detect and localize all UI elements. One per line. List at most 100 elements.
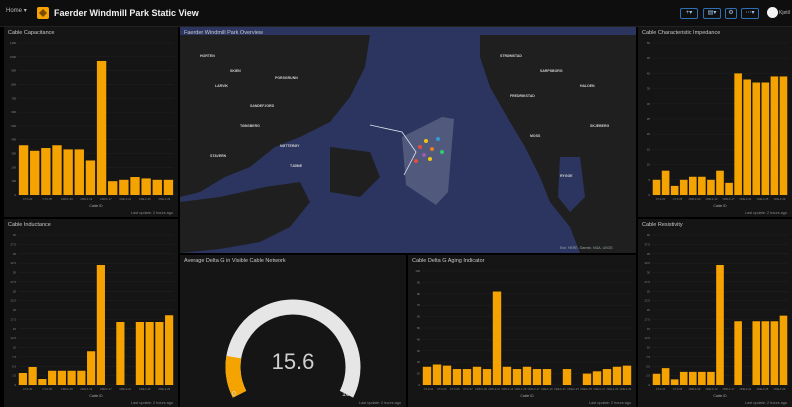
bar[interactable]	[679, 179, 688, 195]
bar[interactable]	[661, 368, 670, 385]
bar[interactable]	[141, 178, 151, 195]
bar[interactable]	[661, 170, 670, 195]
bar[interactable]	[532, 369, 542, 385]
bar[interactable]	[41, 148, 51, 195]
bar[interactable]	[85, 160, 96, 195]
bar[interactable]	[688, 371, 697, 385]
impedance-chart[interactable]: 0 5 10 15 20 25 30 35 40 45 50 CT-F-01 CT-F-05 CDD-F-…	[638, 27, 792, 217]
bar[interactable]	[612, 366, 622, 385]
y-tick-label: 25	[647, 289, 651, 293]
bar[interactable]	[96, 265, 105, 385]
bar[interactable]	[679, 371, 688, 385]
panel-title: Cable Delta G Aging Indicator	[412, 258, 485, 264]
bar[interactable]	[87, 351, 96, 385]
bar[interactable]	[96, 60, 107, 195]
bar[interactable]	[165, 315, 174, 385]
bar[interactable]	[670, 379, 679, 385]
bar[interactable]	[622, 365, 632, 385]
bar[interactable]	[502, 366, 512, 385]
x-tick-label: CDD-F-13	[80, 387, 92, 391]
aging-chart[interactable]: 0102030405060708090100CT-F-01 CT-F-03 CT-F…	[408, 255, 636, 407]
more-button[interactable]: ⋯▾	[741, 8, 759, 19]
bar[interactable]	[18, 145, 29, 195]
gauge[interactable]	[180, 255, 406, 407]
layout-button[interactable]: ▤▾	[703, 8, 721, 19]
bar[interactable]	[592, 371, 602, 385]
bar[interactable]	[145, 322, 154, 385]
bar[interactable]	[492, 291, 502, 385]
bar[interactable]	[52, 145, 62, 195]
bar[interactable]	[582, 373, 592, 385]
bar[interactable]	[18, 373, 27, 385]
bar[interactable]	[452, 369, 462, 385]
map-panel[interactable]: Faerder Windmill Park Overview HORTEN SKI…	[180, 27, 636, 253]
bar[interactable]	[707, 371, 715, 385]
bar[interactable]	[57, 370, 66, 385]
bar[interactable]	[512, 369, 522, 385]
bar[interactable]	[725, 182, 733, 195]
bar[interactable]	[707, 179, 715, 195]
bar[interactable]	[432, 364, 442, 385]
bar[interactable]	[602, 369, 612, 385]
bar[interactable]	[562, 369, 572, 385]
bar[interactable]	[28, 367, 37, 385]
bar[interactable]	[163, 179, 174, 195]
bar[interactable]	[779, 76, 788, 195]
add-button[interactable]: +▾	[680, 8, 698, 19]
bar[interactable]	[770, 321, 779, 385]
bar[interactable]	[67, 370, 76, 385]
bar[interactable]	[698, 371, 706, 385]
map-place-label: SKJEBERG	[590, 124, 610, 128]
x-tick-label: CDE-F-21	[119, 197, 131, 201]
bar[interactable]	[472, 366, 482, 385]
inductance-chart[interactable]: 0 2.5 5.0 7.5 10 12.5 15 17.5 20 22.5 25 27.5 30 32.5…	[4, 219, 178, 407]
bar[interactable]	[734, 73, 742, 195]
bar[interactable]	[698, 176, 706, 195]
bar[interactable]	[652, 373, 661, 385]
bar[interactable]	[130, 177, 140, 195]
x-axis-label: Cable ID	[89, 394, 103, 398]
bar[interactable]	[779, 315, 788, 385]
bar[interactable]	[77, 370, 86, 385]
y-tick-label: 400	[11, 138, 16, 142]
bar[interactable]	[761, 82, 770, 195]
bar[interactable]	[116, 322, 125, 385]
map-canvas[interactable]: HORTEN SKIEN PORSGRUNN LARVIK SANDEFJORD TØNS…	[180, 27, 636, 253]
bar[interactable]	[30, 150, 40, 195]
bar[interactable]	[442, 365, 452, 385]
y-tick-label: 70	[417, 303, 421, 307]
capacitance-chart[interactable]: 0 100 200 300 400 500 600 700 800 900 1000 1100 CT-F…	[4, 27, 178, 217]
bar[interactable]	[670, 185, 679, 195]
bar[interactable]	[63, 149, 73, 195]
bar[interactable]	[734, 321, 742, 385]
bar[interactable]	[652, 179, 661, 195]
settings-button[interactable]: ⚙	[725, 8, 737, 19]
bar[interactable]	[48, 370, 57, 385]
y-tick-label: 15	[647, 147, 651, 151]
user-name[interactable]: Kjetil	[779, 10, 790, 16]
bar[interactable]	[770, 76, 779, 195]
bar[interactable]	[108, 181, 118, 195]
bar[interactable]	[422, 366, 432, 385]
home-menu[interactable]: Home ▾	[6, 7, 27, 14]
bar[interactable]	[761, 321, 770, 385]
bar[interactable]	[135, 322, 144, 385]
bar[interactable]	[155, 322, 164, 385]
bar[interactable]	[152, 179, 162, 195]
bar[interactable]	[716, 265, 724, 385]
bar[interactable]	[119, 179, 129, 195]
bar[interactable]	[74, 149, 84, 195]
bar[interactable]	[688, 176, 697, 195]
x-tick-label: CDE-F-21	[554, 387, 566, 391]
bar[interactable]	[752, 321, 761, 385]
bar[interactable]	[743, 79, 752, 195]
avatar[interactable]	[767, 7, 778, 18]
resistivity-chart[interactable]: 0 2.5 5.0 7.5 10 12.5 15 17.5 20 22.5 25 27.5 30 32.5…	[638, 219, 792, 407]
bar[interactable]	[752, 82, 761, 195]
bar[interactable]	[542, 369, 552, 385]
bar[interactable]	[38, 379, 47, 385]
bar[interactable]	[462, 369, 472, 385]
bar[interactable]	[482, 369, 492, 385]
bar[interactable]	[522, 366, 532, 385]
bar[interactable]	[716, 170, 724, 195]
